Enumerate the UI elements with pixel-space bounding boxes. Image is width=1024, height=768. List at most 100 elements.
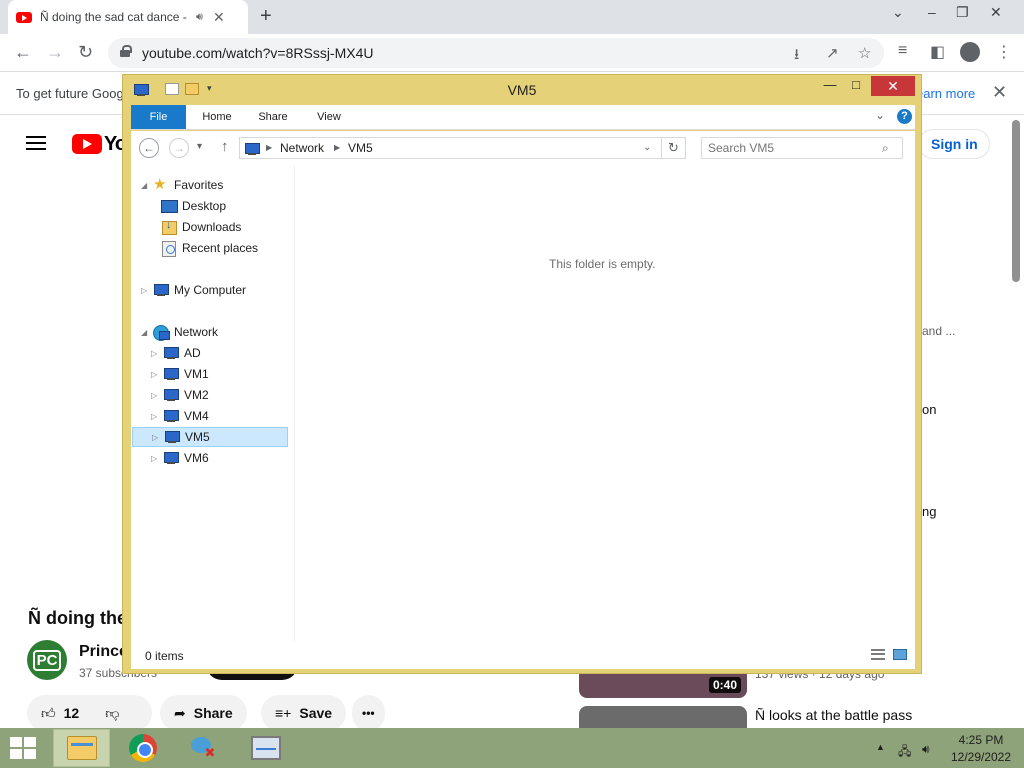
tab-youtube[interactable]: Ñ doing the sad cat dance - 🔊︎ ✕ — [8, 0, 248, 34]
guide-menu-icon[interactable] — [26, 136, 46, 150]
related-title-fragment[interactable]: on — [922, 402, 936, 417]
recommended-title[interactable]: Ñ looks at the battle pass — [755, 707, 912, 723]
window-restore-button[interactable]: ❐ — [956, 4, 969, 21]
breadcrumb-separator-icon[interactable]: ▶ — [334, 143, 340, 152]
expand-ribbon-chevron-icon[interactable]: ⌄ — [875, 108, 885, 122]
profile-avatar-icon[interactable] — [960, 42, 980, 62]
sign-in-button[interactable]: Sign in — [918, 129, 990, 159]
explorer-back-button[interactable]: ← — [139, 138, 159, 158]
nav-network-vm1[interactable]: ▷ VM1 — [151, 364, 209, 384]
chrome-menu-icon[interactable]: ⋮ — [996, 42, 1012, 62]
nav-network[interactable]: ◢ Network — [141, 322, 218, 342]
expand-arrow-icon[interactable]: ▷ — [151, 391, 161, 400]
install-app-icon[interactable]: ⭳ — [794, 44, 799, 69]
channel-avatar[interactable]: PC — [27, 640, 67, 680]
like-icon[interactable]: 👍︎ — [41, 705, 56, 722]
nav-recent-places[interactable]: Recent places — [161, 238, 258, 258]
navigation-pane[interactable]: ◢ ★ Favorites Desktop Downloads Recent p… — [131, 165, 295, 641]
nav-network-vm5-selected[interactable]: ▷ VM5 — [132, 427, 288, 447]
explorer-maximize-button[interactable]: □ — [843, 77, 869, 97]
search-icon[interactable]: ⌕ — [882, 141, 889, 156]
window-close-button[interactable]: ✕ — [990, 4, 1002, 21]
details-view-icon[interactable] — [871, 649, 885, 660]
tab-file[interactable]: File — [131, 105, 186, 129]
info-bar-close-icon[interactable]: ✕ — [992, 82, 1007, 103]
nav-my-computer-label: My Computer — [174, 283, 247, 297]
reload-button[interactable]: ↻ — [78, 42, 93, 63]
large-icons-view-icon[interactable] — [893, 649, 907, 660]
expand-arrow-icon[interactable]: ▷ — [151, 412, 161, 421]
nav-network-ad[interactable]: ▷ AD — [151, 343, 201, 363]
nav-downloads[interactable]: Downloads — [161, 217, 241, 237]
nav-my-computer[interactable]: ▷ My Computer — [141, 280, 246, 300]
show-hidden-icons-chevron-icon[interactable]: ▲ — [876, 742, 885, 752]
share-button[interactable]: ➦ Share — [160, 695, 247, 731]
network-tray-icon[interactable]: 🖧︎ — [898, 742, 911, 763]
tab-home[interactable]: Home — [195, 105, 239, 129]
lock-icon[interactable] — [120, 45, 132, 57]
taskbar-network-app[interactable] — [175, 729, 232, 767]
search-input[interactable] — [708, 140, 878, 156]
volume-tray-icon[interactable]: 🔊︎ — [922, 742, 930, 757]
nav-network-vm2[interactable]: ▷ VM2 — [151, 385, 209, 405]
learn-more-link[interactable]: earn more — [916, 86, 975, 101]
tab-search-chevron-icon[interactable]: ⌄ — [892, 4, 904, 21]
nav-network-item-label: VM5 — [185, 430, 210, 444]
breadcrumb-vm5[interactable]: VM5 — [348, 141, 373, 155]
nav-network-vm6[interactable]: ▷ VM6 — [151, 448, 209, 468]
breadcrumb-separator-icon[interactable]: ▶ — [266, 143, 272, 152]
clock-date[interactable]: 12/29/2022 — [948, 750, 1014, 764]
explorer-minimize-button[interactable]: — — [817, 77, 843, 97]
more-actions-button[interactable]: ••• — [352, 695, 385, 731]
up-one-level-button[interactable]: ↑ — [221, 138, 229, 155]
new-tab-button[interactable]: + — [260, 5, 272, 28]
share-page-icon[interactable]: ↗ — [826, 44, 839, 62]
recommended-thumbnail[interactable] — [579, 706, 747, 730]
tab-share[interactable]: Share — [251, 105, 295, 129]
explorer-title-bar[interactable]: ▾ VM5 — □ ✕ — [123, 75, 921, 105]
tab-view[interactable]: View — [307, 105, 351, 129]
collapse-arrow-icon[interactable]: ◢ — [141, 328, 151, 337]
taskbar-performance-monitor[interactable] — [237, 729, 294, 767]
help-icon[interactable]: ? — [897, 109, 912, 124]
network-icon — [153, 325, 170, 341]
channel-name[interactable]: Prince — [79, 643, 128, 661]
related-title-fragment[interactable]: ng — [922, 504, 936, 519]
expand-arrow-icon[interactable]: ▷ — [141, 286, 151, 295]
expand-arrow-icon[interactable]: ▷ — [152, 433, 162, 442]
explorer-close-button[interactable]: ✕ — [871, 76, 915, 96]
youtube-logo-icon[interactable] — [72, 134, 102, 154]
start-button[interactable] — [10, 737, 36, 759]
nav-network-vm4[interactable]: ▷ VM4 — [151, 406, 209, 426]
bookmark-star-icon[interactable]: ☆ — [858, 44, 871, 62]
expand-arrow-icon[interactable]: ▷ — [151, 454, 161, 463]
explorer-search-box[interactable]: ⌕ — [701, 137, 903, 159]
like-count[interactable]: 12 — [64, 705, 80, 721]
dislike-icon[interactable]: 👎︎ — [105, 705, 119, 722]
nav-favorites[interactable]: ◢ ★ Favorites — [141, 175, 223, 195]
collapse-arrow-icon[interactable]: ◢ — [141, 181, 151, 190]
media-controls-icon[interactable]: ≡ — [898, 42, 907, 60]
audio-playing-icon[interactable]: 🔊︎ — [196, 11, 203, 24]
breadcrumb-network[interactable]: Network — [280, 141, 324, 155]
explorer-address-bar[interactable]: ▶ Network ▶ VM5 ⌄ — [239, 137, 662, 159]
nav-desktop[interactable]: Desktop — [161, 196, 226, 216]
page-scrollbar[interactable] — [1012, 120, 1020, 282]
tab-close-icon[interactable]: ✕ — [213, 9, 225, 26]
address-history-chevron-icon[interactable]: ⌄ — [643, 142, 651, 153]
window-minimize-button[interactable]: – — [928, 4, 936, 20]
forward-button[interactable]: → — [46, 42, 64, 63]
address-bar[interactable]: youtube.com/watch?v=8RSssj-MX4U ⭳ ↗ ☆ — [108, 38, 884, 68]
refresh-button[interactable]: ↻ — [662, 137, 686, 159]
back-button[interactable]: ← — [14, 42, 32, 63]
clock-time[interactable]: 4:25 PM — [948, 733, 1014, 747]
expand-arrow-icon[interactable]: ▷ — [151, 349, 161, 358]
explorer-forward-button[interactable]: → — [169, 138, 189, 158]
recent-locations-chevron-icon[interactable]: ▾ — [197, 141, 202, 152]
like-dislike-group: 👍︎ 12 👎︎ — [27, 695, 152, 731]
side-panel-icon[interactable]: ◧ — [930, 42, 945, 62]
save-button[interactable]: ≡+ Save — [261, 695, 347, 731]
taskbar-file-explorer[interactable] — [53, 729, 110, 767]
expand-arrow-icon[interactable]: ▷ — [151, 370, 161, 379]
taskbar-chrome[interactable] — [114, 729, 171, 767]
